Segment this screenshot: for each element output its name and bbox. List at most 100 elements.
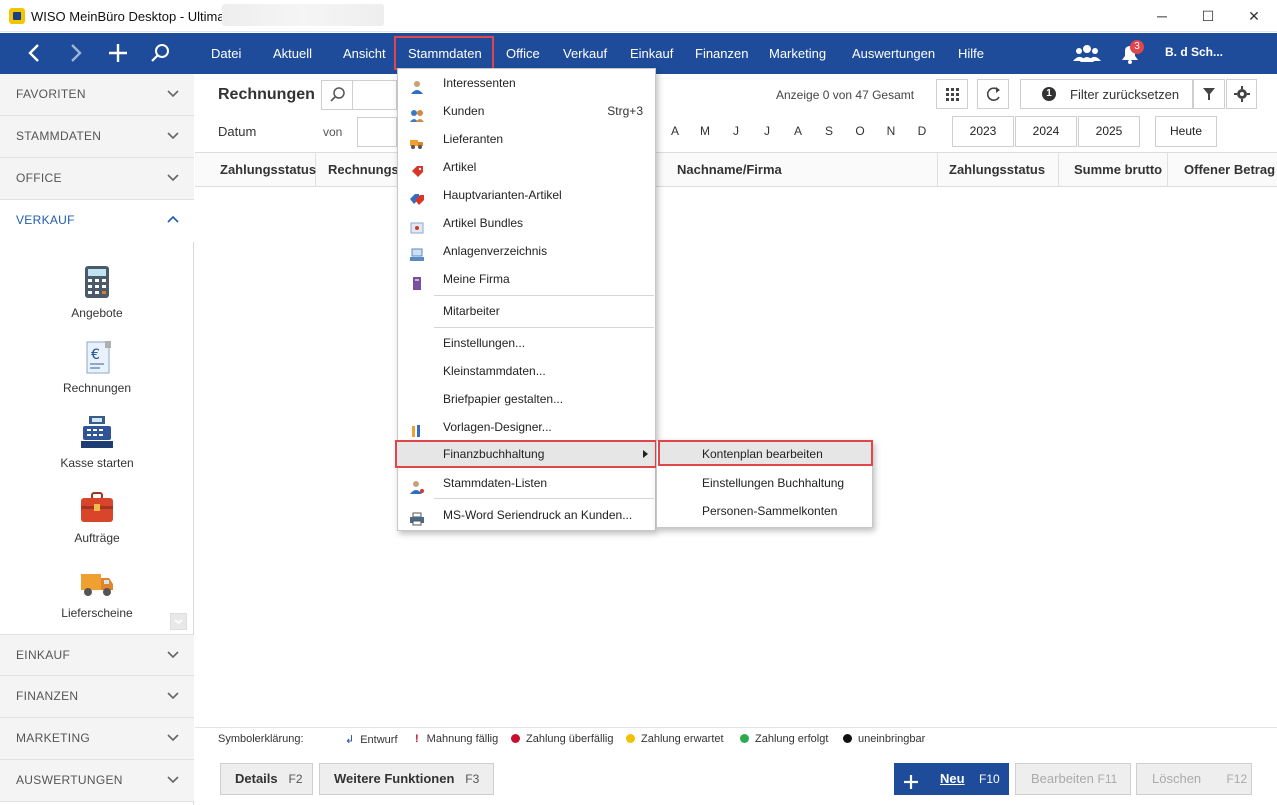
menu-auswertungen[interactable]: Auswertungen: [852, 46, 935, 61]
menu-item-einstellungen[interactable]: Einstellungen...: [398, 329, 655, 357]
sidebar-item-lieferscheine[interactable]: Lieferscheine: [40, 564, 154, 620]
submenu-arrow-icon: [642, 448, 650, 463]
menu-item-kunden[interactable]: Kunden Strg+3: [398, 97, 655, 125]
menu-aktuell[interactable]: Aktuell: [273, 46, 312, 61]
sidebar-section-office[interactable]: OFFICE: [0, 158, 194, 200]
menu-item-kleinstammdaten[interactable]: Kleinstammdaten...: [398, 357, 655, 385]
date-from-input[interactable]: [357, 117, 397, 147]
submenu-item-kontenplan[interactable]: Kontenplan bearbeiten: [658, 440, 873, 466]
bearbeiten-button[interactable]: Bearbeiten F11: [1015, 763, 1131, 795]
column-summe-brutto[interactable]: Summe brutto: [1064, 152, 1168, 187]
month-filter-a[interactable]: A: [660, 118, 690, 145]
month-filter-j2[interactable]: J: [752, 118, 782, 145]
sidebar-item-kasse[interactable]: Kasse starten: [40, 414, 154, 470]
filter-reset-button[interactable]: 1 Filter zurücksetzen: [1020, 79, 1193, 109]
menu-item-seriendruck[interactable]: MS-Word Seriendruck an Kunden...: [398, 501, 655, 529]
menu-separator: [434, 295, 654, 296]
menu-item-interessenten[interactable]: Interessenten: [398, 69, 655, 97]
month-filter-m[interactable]: M: [690, 118, 720, 145]
record-count: Anzeige 0 von 47 Gesamt: [776, 88, 915, 102]
team-icon[interactable]: [1072, 42, 1102, 66]
collapse-toggle-icon[interactable]: [170, 613, 187, 630]
month-filter-j[interactable]: J: [721, 118, 751, 145]
menu-datei[interactable]: Datei: [211, 46, 241, 61]
year-2025-button[interactable]: 2025: [1078, 116, 1140, 147]
sidebar-section-stammdaten[interactable]: STAMMDATEN: [0, 116, 194, 158]
search-icon[interactable]: [140, 33, 180, 74]
menu-item-anlagenverzeichnis[interactable]: Anlagenverzeichnis: [398, 237, 655, 265]
sidebar-section-auswertungen[interactable]: AUSWERTUNGEN: [0, 760, 194, 802]
submenu-item-personen-sammelkonten[interactable]: Personen-Sammelkonten: [657, 497, 872, 525]
weitere-funktionen-button[interactable]: Weitere Funktionen F3: [319, 763, 494, 795]
month-filter-a2[interactable]: A: [783, 118, 813, 145]
filter-count-badge: 1: [1042, 87, 1056, 101]
menu-hilfe[interactable]: Hilfe: [958, 46, 984, 61]
submenu-item-einstellungen-buchhaltung[interactable]: Einstellungen Buchhaltung: [657, 469, 872, 497]
loeschen-button[interactable]: Löschen F12: [1136, 763, 1252, 795]
sidebar-section-finanzen[interactable]: FINANZEN: [0, 676, 194, 718]
menu-item-mitarbeiter[interactable]: Mitarbeiter: [398, 297, 655, 325]
menu-item-meine-firma[interactable]: Meine Firma: [398, 265, 655, 293]
menu-finanzen[interactable]: Finanzen: [695, 46, 748, 61]
menu-item-vorlagen-designer[interactable]: Vorlagen-Designer...: [398, 413, 655, 441]
menu-item-label: Finanzbuchhaltung: [443, 447, 545, 461]
chevron-up-icon: [166, 209, 180, 232]
user-name[interactable]: B. d Sch...: [1165, 45, 1223, 59]
month-filter-o[interactable]: O: [845, 118, 875, 145]
column-zahlungsstatus-2[interactable]: Zahlungsstatus: [939, 152, 1059, 187]
truck-icon: [410, 132, 424, 149]
month-filter-s[interactable]: S: [814, 118, 844, 145]
sidebar-section-einkauf[interactable]: EINKAUF: [0, 634, 194, 676]
sidebar-item-rechnungen[interactable]: € Rechnungen: [40, 339, 154, 395]
month-filter-n[interactable]: N: [876, 118, 906, 145]
menu-office[interactable]: Office: [506, 46, 540, 61]
menu-item-artikel-bundles[interactable]: Artikel Bundles: [398, 209, 655, 237]
settings-gear-icon[interactable]: [1226, 79, 1257, 109]
neu-button[interactable]: Neu F10: [894, 763, 1009, 795]
menu-item-briefpapier[interactable]: Briefpapier gestalten...: [398, 385, 655, 413]
menu-einkauf[interactable]: Einkauf: [630, 46, 673, 61]
search-input[interactable]: [353, 80, 397, 110]
sidebar-item-angebote[interactable]: Angebote: [40, 264, 154, 320]
year-2024-button[interactable]: 2024: [1015, 116, 1077, 147]
minimize-button[interactable]: ─: [1139, 0, 1185, 32]
sidebar-item-auftraege[interactable]: Aufträge: [40, 489, 154, 545]
sidebar-section-favoriten[interactable]: FAVORITEN: [0, 74, 194, 116]
column-rechnungsnummer[interactable]: Rechnungs: [318, 152, 399, 187]
column-nachname-firma[interactable]: Nachname/Firma: [667, 152, 938, 187]
menu-item-finanzbuchhaltung[interactable]: Finanzbuchhaltung: [395, 440, 657, 468]
sidebar-section-verkauf[interactable]: VERKAUF: [0, 200, 194, 242]
filter-icon[interactable]: [1193, 79, 1225, 109]
grid-icon[interactable]: [936, 79, 968, 109]
menu-item-lieferanten[interactable]: Lieferanten: [398, 125, 655, 153]
chevron-down-icon: [166, 644, 180, 667]
svg-text:€: €: [91, 347, 100, 363]
add-icon[interactable]: [98, 33, 138, 74]
black-dot-icon: [843, 734, 852, 743]
page-title: Rechnungen: [218, 86, 315, 103]
menu-ansicht[interactable]: Ansicht: [343, 46, 386, 61]
year-2023-button[interactable]: 2023: [952, 116, 1014, 147]
maximize-button[interactable]: ☐: [1185, 0, 1231, 32]
menu-item-artikel[interactable]: Artikel: [398, 153, 655, 181]
close-button[interactable]: ✕: [1231, 0, 1277, 32]
chevron-down-icon: [166, 769, 180, 792]
menu-item-hauptvarianten[interactable]: Hauptvarianten-Artikel: [398, 181, 655, 209]
refresh-icon[interactable]: [977, 79, 1009, 109]
invoice-icon: €: [79, 339, 115, 375]
month-filter-d[interactable]: D: [907, 118, 937, 145]
column-offener-betrag[interactable]: Offener Betrag: [1174, 152, 1277, 187]
legend-ueberfaellig: Zahlung überfällig: [511, 733, 613, 745]
back-icon[interactable]: [14, 33, 54, 74]
details-button[interactable]: Details F2: [220, 763, 313, 795]
menu-verkauf[interactable]: Verkauf: [563, 46, 607, 61]
forward-icon[interactable]: [56, 33, 96, 74]
chevron-down-icon: [166, 727, 180, 750]
search-button[interactable]: [321, 80, 353, 110]
draft-icon: ↲: [345, 734, 355, 746]
menu-marketing[interactable]: Marketing: [769, 46, 826, 61]
heute-button[interactable]: Heute: [1155, 116, 1217, 147]
column-zahlungsstatus[interactable]: Zahlungsstatus: [210, 152, 316, 187]
sidebar-section-marketing[interactable]: MARKETING: [0, 718, 194, 760]
menu-item-stammdaten-listen[interactable]: Stammdaten-Listen: [398, 469, 655, 497]
